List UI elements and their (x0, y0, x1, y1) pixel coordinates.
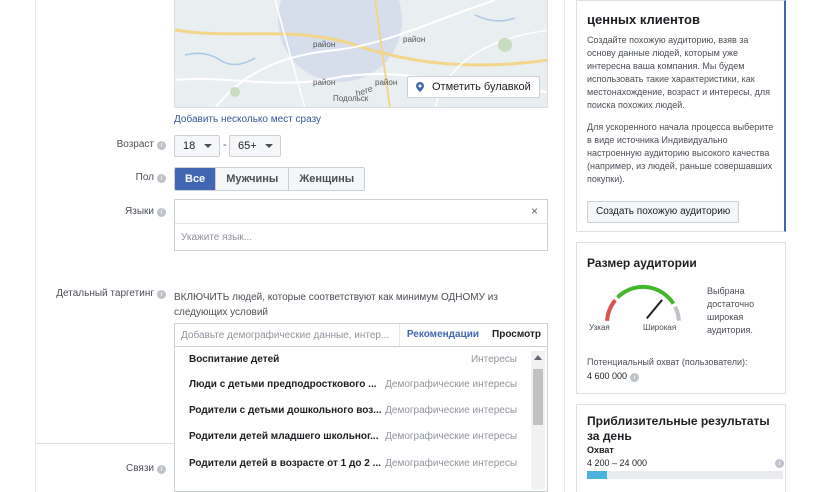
close-icon[interactable]: × (531, 204, 538, 218)
languages-selected-area[interactable]: × (175, 200, 547, 224)
age-max-value: 65+ (238, 140, 257, 152)
scrollbar-thumb[interactable] (533, 369, 543, 425)
suggestion-name: Воспитание детей (189, 354, 280, 365)
lookalike-description: Создайте похожую аудиторию, взяв за осно… (587, 35, 771, 110)
connections-label-row: Связи i (0, 463, 166, 477)
gender-selector: Все Мужчины Женщины (174, 167, 366, 191)
map-town-label: район (375, 78, 398, 87)
chevron-down-icon (265, 144, 273, 148)
suggestion-name: Родители с детьми дошкольного воз... (189, 405, 382, 416)
suggestion-name: Родители детей в возрасте от 1 до 2 ... (189, 458, 381, 469)
gauge-ok-arc (616, 284, 676, 305)
audience-size-note: Выбрана достаточно широкая аудитория. (707, 286, 755, 335)
section-divider (35, 443, 174, 444)
age-label-row: Возраст i (0, 139, 166, 153)
gender-option-all[interactable]: Все (175, 168, 216, 190)
languages-input[interactable]: Укажите язык... (181, 232, 252, 243)
gender-label-row: Пол i (0, 172, 166, 186)
age-min-select[interactable]: 18 (174, 135, 220, 157)
lookalike-audience-card: ценных клиентов Создайте похожую аудитор… (576, 0, 786, 232)
map-town-label: район (403, 35, 426, 44)
detailed-targeting-label-row: Детальный таргетинг i (0, 288, 166, 302)
connections-label: Связи i (126, 463, 166, 474)
detailed-targeting-input[interactable]: Добавьте демографические данные, интер..… (175, 330, 399, 341)
suggestions-dropdown: Воспитание детей Интересы Люди с детьми … (174, 347, 548, 492)
scroll-up-icon[interactable] (534, 355, 542, 360)
languages-label-row: Языки i (0, 206, 166, 220)
suggestion-category: Демографические интересы (385, 379, 517, 390)
estimated-results-card: Приблизительные результаты за день Охват… (576, 404, 786, 492)
languages-field[interactable]: × Укажите язык... (174, 199, 548, 251)
gauge-wide-label: Широкая (643, 323, 677, 332)
reach-range-value: 4 200 – 24 000 (587, 458, 648, 468)
gauge-needle (646, 299, 663, 320)
list-item[interactable]: Родители детей младшего школьног... Демо… (175, 424, 529, 450)
suggestion-name: Родители детей младшего школьног... (189, 431, 379, 442)
info-icon[interactable]: i (630, 373, 640, 382)
lookalike-title: ценных клиентов (587, 12, 700, 27)
gender-option-men[interactable]: Мужчины (215, 168, 289, 190)
gender-option-women[interactable]: Женщины (288, 168, 365, 190)
gender-label: Пол i (136, 172, 166, 183)
estimated-results-title: Приблизительные результаты за день (587, 414, 770, 443)
reach-range-bar-fill (587, 471, 607, 479)
gauge-narrow-arc (605, 298, 617, 321)
audience-size-title: Размер аудитории (587, 256, 697, 270)
include-condition-text: ВКЛЮЧИТЬ людей, которые соответствуют ка… (174, 292, 498, 318)
suggestion-category: Демографические интересы (385, 458, 517, 469)
map-town-label: район (313, 40, 336, 49)
map-town-label: район (313, 78, 336, 87)
add-multiple-places-link[interactable]: Добавить несколько мест сразу (174, 114, 321, 125)
audience-gauge (605, 284, 681, 321)
right-sidebar: ценных клиентов Создайте похожую аудитор… (576, 0, 786, 492)
audience-size-card: Размер аудитории Узкая Широкая Выбрана д… (576, 242, 786, 394)
lookalike-hint: Для ускоренного начала процесса выберите… (587, 122, 774, 184)
suggestion-category: Демографические интересы (385, 431, 517, 442)
gauge-narrow-label: Узкая (589, 323, 610, 332)
dropdown-scrollbar[interactable] (531, 351, 545, 489)
browse-link[interactable]: Просмотр (486, 324, 547, 346)
create-lookalike-button[interactable]: Создать похожую аудиторию (587, 201, 740, 223)
reach-metric-label: Охват (587, 445, 614, 455)
age-min-value: 18 (183, 140, 196, 152)
potential-reach-label: Потенциальный охват (пользователи): (587, 357, 748, 367)
age-max-select[interactable]: 65+ (229, 135, 281, 157)
gauge-wide-arc (673, 305, 681, 321)
potential-reach-value: 4 600 000 i (587, 371, 640, 382)
reach-range-bar (587, 471, 783, 479)
info-icon[interactable]: i (775, 459, 784, 468)
suggestion-category: Демографические интересы (385, 405, 517, 416)
drop-pin-button[interactable]: Отметить булавкой (407, 76, 540, 98)
info-icon[interactable]: i (157, 208, 166, 217)
drop-pin-label: Отметить булавкой (432, 81, 531, 93)
age-label: Возраст i (117, 139, 166, 150)
info-icon[interactable]: i (157, 290, 166, 299)
suggestion-name: Люди с детьми предподросткового ... (189, 379, 377, 390)
list-item[interactable]: Родители с детьми дошкольного воз... Дем… (175, 398, 529, 424)
list-item[interactable]: Люди с детьми предподросткового ... Демо… (175, 372, 529, 398)
list-item[interactable]: Воспитание детей Интересы (175, 347, 529, 373)
detailed-targeting-label: Детальный таргетинг i (56, 288, 166, 299)
info-icon[interactable]: i (157, 174, 166, 183)
info-icon[interactable]: i (157, 141, 166, 150)
age-range-dash: - (223, 139, 227, 151)
list-item[interactable]: Родители детей в возрасте от 1 до 2 ... … (175, 451, 529, 477)
detailed-targeting-search: Добавьте демографические данные, интер..… (174, 323, 548, 347)
info-icon[interactable]: i (157, 465, 166, 474)
chevron-down-icon (204, 144, 212, 148)
suggestion-category: Интересы (470, 354, 517, 365)
pin-icon (416, 82, 424, 92)
languages-label: Языки i (125, 206, 166, 217)
recommendations-link[interactable]: Рекомендации (398, 324, 486, 346)
